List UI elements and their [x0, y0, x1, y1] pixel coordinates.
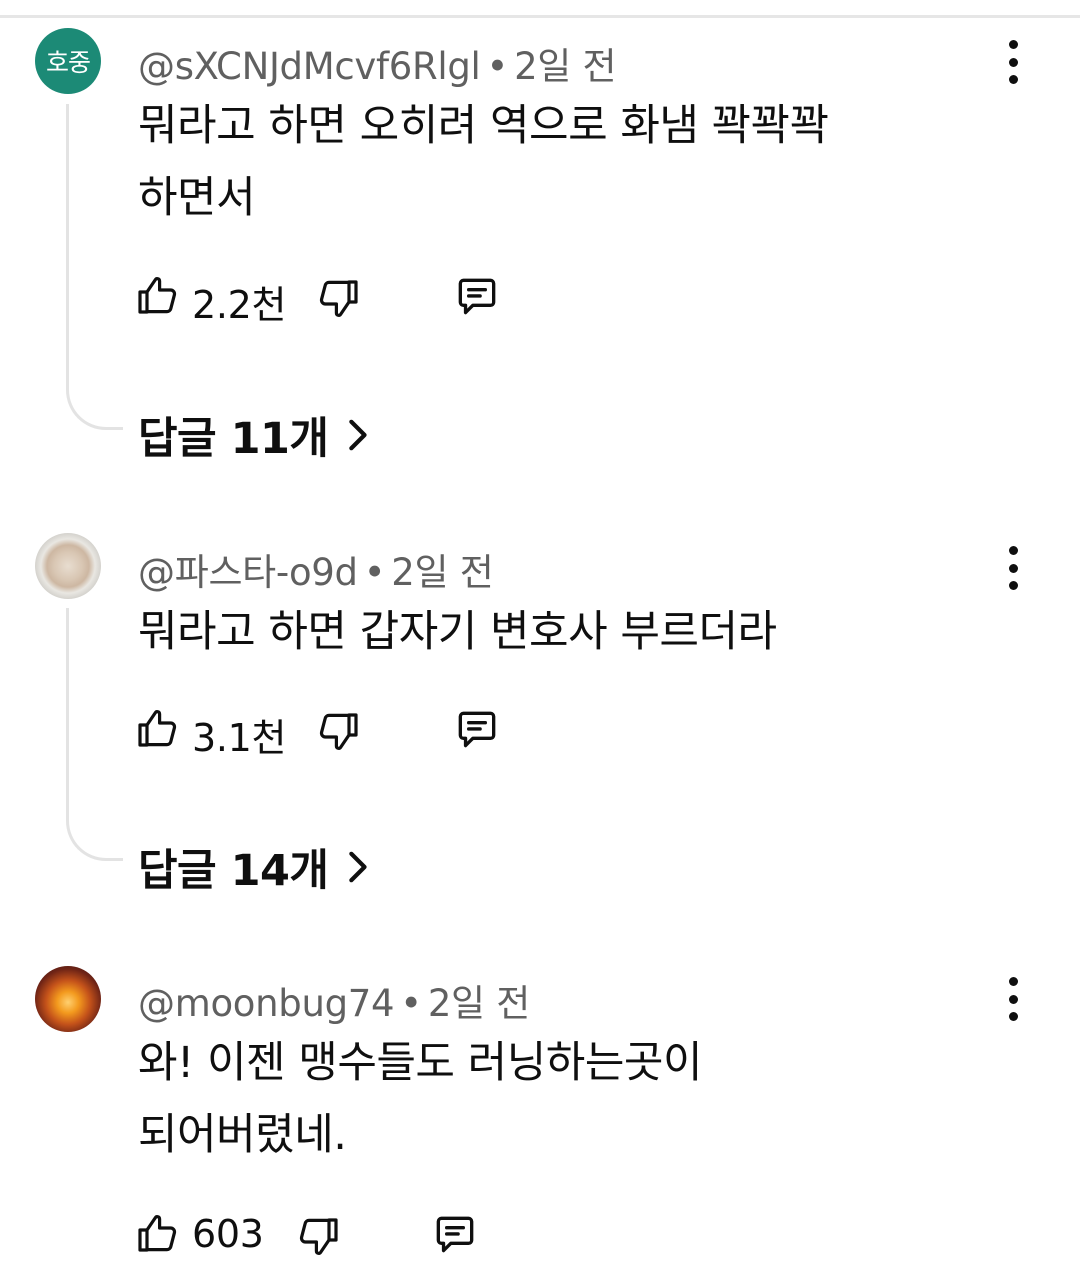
thumbs-up-icon[interactable]	[134, 705, 182, 753]
like-count: 3.1천	[192, 716, 287, 760]
top-divider	[0, 15, 1080, 18]
chevron-right-icon	[348, 419, 367, 451]
view-replies-button[interactable]: 답글 14개	[138, 836, 371, 898]
meta-separator: •	[363, 551, 386, 594]
thumbs-up-icon[interactable]	[134, 1210, 182, 1258]
comment-meta: @파스타-o9d • 2일 전	[138, 542, 494, 596]
comment-actions: 3.1천	[134, 705, 734, 760]
comment-text: 와! 이젠 맹수들도 러닝하는곳이 되어버렸네.	[138, 1027, 988, 1171]
more-vertical-icon[interactable]	[1000, 977, 1026, 1021]
comment-text: 뭐라고 하면 갑자기 변호사 부르더라	[138, 596, 988, 668]
like-count: 2.2천	[192, 283, 287, 327]
comment-time: 2일 전	[514, 45, 617, 88]
thumbs-up-icon[interactable]	[134, 272, 182, 320]
thread-line	[66, 608, 123, 861]
thumbs-down-icon[interactable]	[314, 274, 362, 322]
comment-author[interactable]: @sXCNJdMcvf6Rlgl	[138, 45, 481, 88]
like-count: 603	[192, 1212, 264, 1256]
comment-reply-icon[interactable]	[452, 705, 502, 755]
comment-text-line: 되어버렸네.	[138, 1110, 347, 1160]
comment-text-line: 하면서	[138, 173, 256, 223]
comment-actions: 2.2천	[134, 272, 734, 327]
chevron-right-icon	[348, 851, 367, 883]
more-vertical-icon[interactable]	[1000, 546, 1026, 590]
comment-text-line: 뭐라고 하면 오히려 역으로 화냄 꽉꽉꽉	[138, 101, 829, 151]
thumbs-down-icon[interactable]	[294, 1212, 342, 1260]
comment-text: 뭐라고 하면 오히려 역으로 화냄 꽉꽉꽉 하면서	[138, 90, 988, 234]
comment-meta: @sXCNJdMcvf6Rlgl • 2일 전	[138, 36, 617, 90]
comment-reply-icon[interactable]	[430, 1210, 480, 1260]
view-replies-button[interactable]: 답글 11개	[138, 404, 371, 466]
comment-text-line: 뭐라고 하면 갑자기 변호사 부르더라	[138, 607, 777, 657]
comment-author[interactable]: @파스타-o9d	[138, 551, 358, 594]
more-vertical-icon[interactable]	[1000, 40, 1026, 84]
comment-time: 2일 전	[391, 551, 494, 594]
comment-reply-icon[interactable]	[452, 272, 502, 322]
meta-separator: •	[486, 45, 509, 88]
avatar[interactable]: 호중	[35, 28, 101, 94]
comment-text-line: 와! 이젠 맹수들도 러닝하는곳이	[138, 1038, 703, 1088]
comment-actions: 603	[134, 1210, 734, 1260]
replies-label: 답글 11개	[138, 414, 329, 464]
comment-meta: @moonbug74 • 2일 전	[138, 973, 530, 1027]
meta-separator: •	[400, 982, 422, 1025]
replies-label: 답글 14개	[138, 846, 329, 896]
avatar-initials: 호중	[45, 48, 91, 77]
thumbs-down-icon[interactable]	[314, 707, 362, 755]
comment-author[interactable]: @moonbug74	[138, 982, 395, 1025]
avatar[interactable]	[35, 966, 101, 1032]
comment-time: 2일 전	[427, 982, 530, 1025]
thread-line	[66, 104, 123, 430]
avatar[interactable]	[35, 533, 101, 599]
